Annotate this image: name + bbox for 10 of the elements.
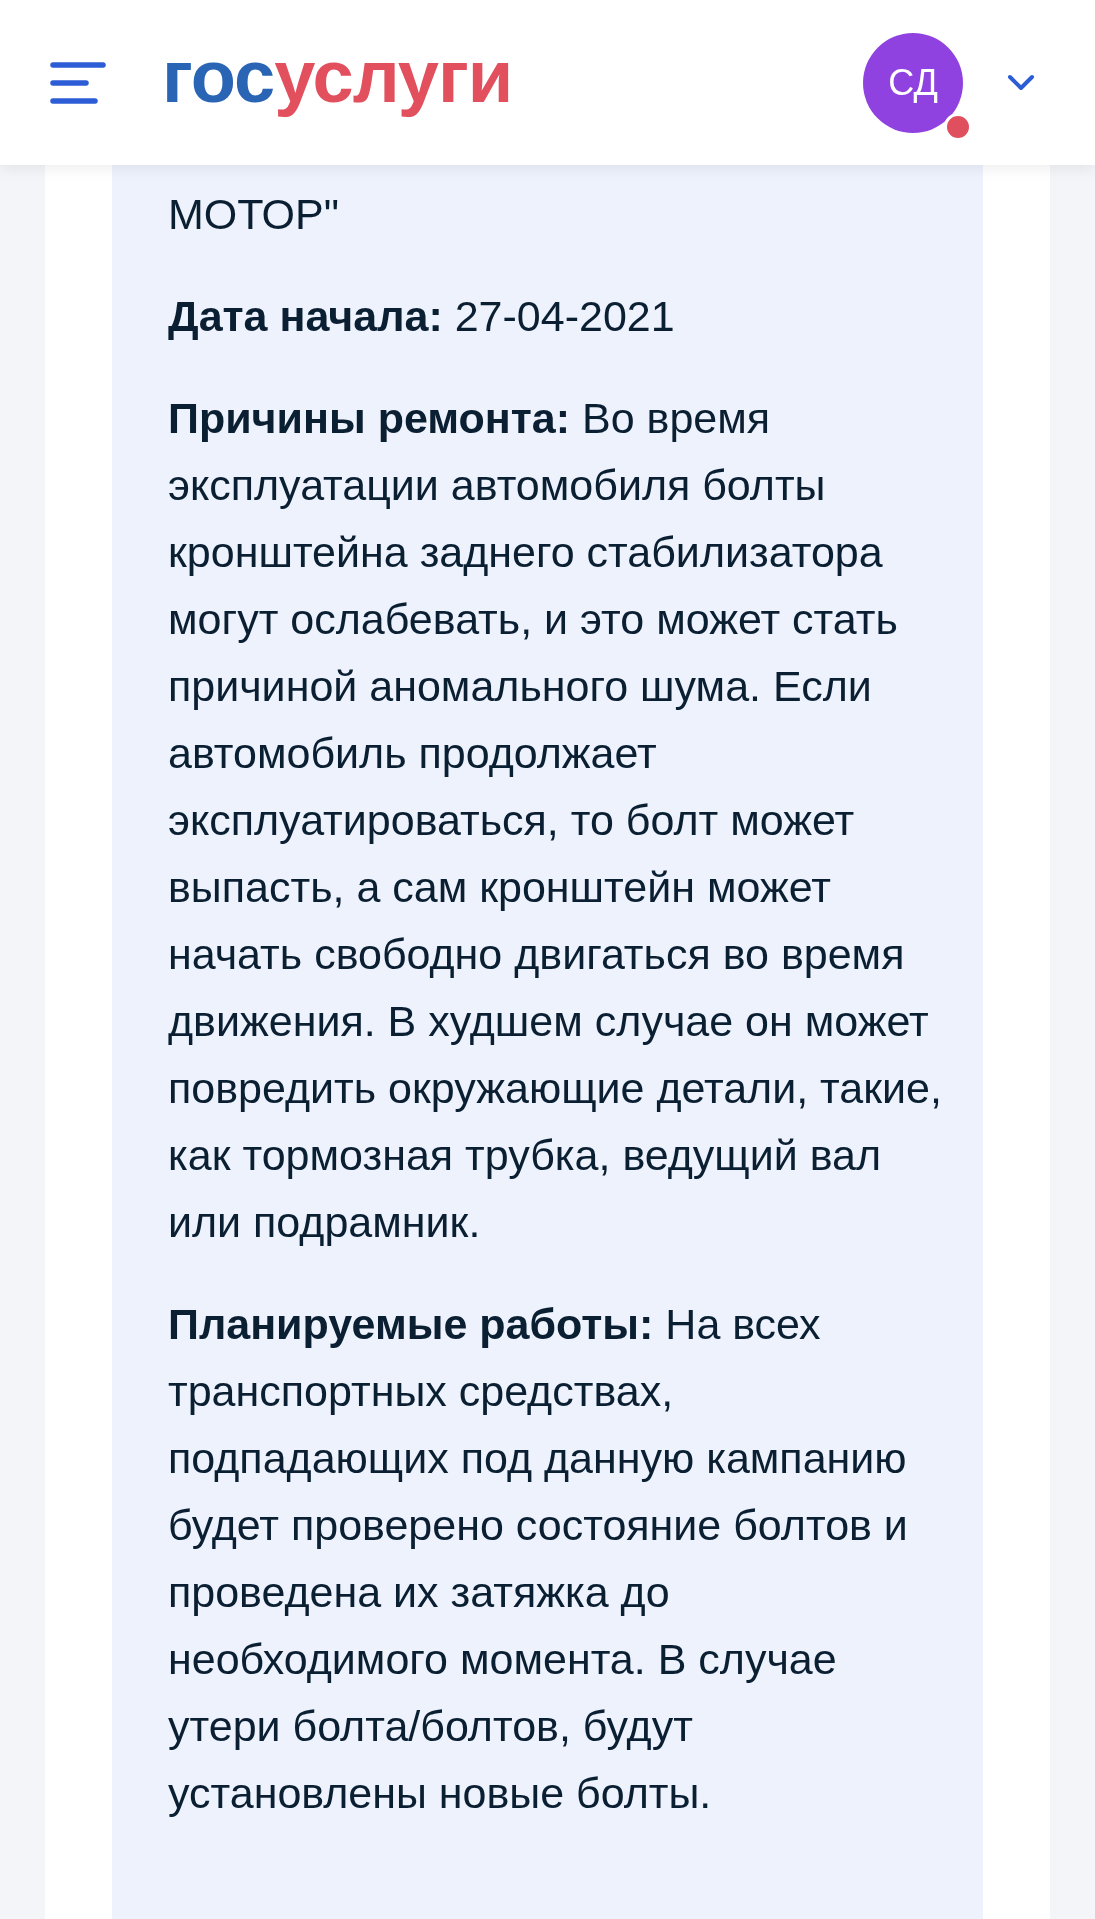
detail-paragraph: Причины ремонта: Во время эксплуатации автомобиля болты кронштейна заднего стабилизатора могут ослабевать, и это может стать причиной аномального шума. Если автомобиль продолжает эксплуатироваться, то болт может выпасть, а сам кронштейн может начать свободно двигаться во время движения. В худшем случае он может повредить окружающие детали, такие, как тормозная трубка, ведущий вал или подрамник. xyxy=(168,393,943,1248)
detail-paragraph: МОТОР" xyxy=(168,189,340,240)
detail-paragraph: Планируемые работы: На всех транспортных средствах, подпадающих под данную кампанию будет проверено состояние болтов и проведена их затяжка до необходимого момента. В случае утери болта/болтов, будут установлены новые болты. xyxy=(168,1299,909,1819)
account-menu-button[interactable] xyxy=(1007,73,1035,92)
menu-button[interactable] xyxy=(50,60,106,105)
logo[interactable]: госуслуги xyxy=(162,39,513,126)
avatar[interactable]: СД xyxy=(863,32,963,133)
menu-icon xyxy=(50,60,106,105)
detail-paragraph: Дата начала: 27-04-2021 xyxy=(168,291,676,342)
chevron-down-icon xyxy=(1007,73,1035,92)
